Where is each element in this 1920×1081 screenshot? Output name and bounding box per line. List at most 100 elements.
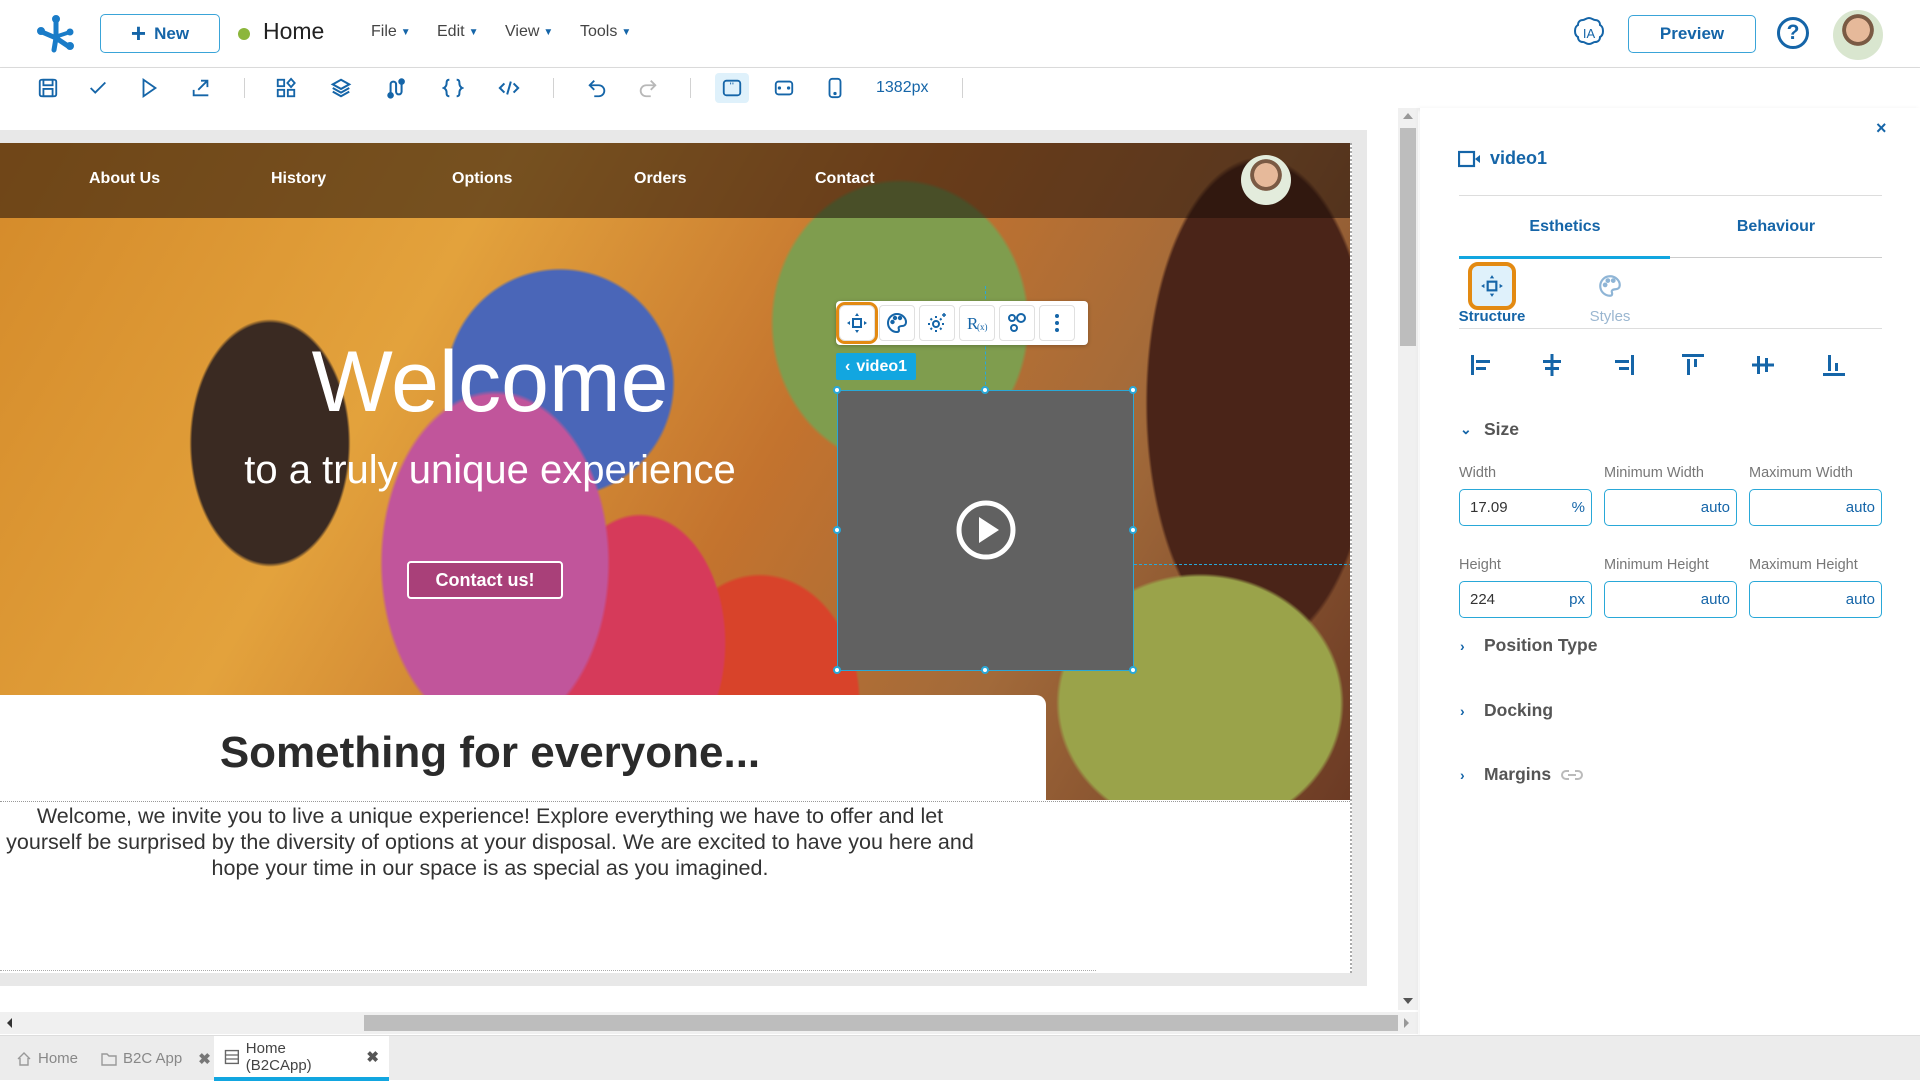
menu-tools[interactable]: Tools ▼ [580,23,631,41]
tab-home[interactable]: Home [12,1036,82,1081]
save-icon[interactable] [34,76,62,100]
resize-handle[interactable] [981,666,989,674]
new-button-label: New [154,23,190,43]
section-docking[interactable]: › Docking [1460,700,1553,721]
chevron-left-icon: ‹ [845,357,851,375]
max-width-value: auto [1845,499,1875,516]
subtab-styles[interactable]: Styles [1570,266,1650,325]
play-icon[interactable] [955,499,1017,561]
layers-icon[interactable] [327,76,355,100]
section-size[interactable]: ⌄ Size [1460,419,1519,440]
horizontal-scrollbar[interactable] [0,1012,1418,1034]
vertical-scroll-thumb[interactable] [1400,128,1416,346]
connections-icon[interactable] [999,305,1035,341]
scroll-down-arrow[interactable] [1403,998,1413,1004]
close-icon[interactable]: × [1876,118,1887,139]
max-width-field[interactable]: auto [1749,489,1882,526]
menu-edit[interactable]: Edit ▼ [437,23,478,41]
nav-link-contact[interactable]: Contact [815,170,875,188]
section-position-type[interactable]: › Position Type [1460,635,1597,656]
link-icon[interactable] [1561,769,1584,781]
resize-handle[interactable] [981,386,989,394]
align-right-icon[interactable] [1609,351,1637,379]
run-icon[interactable] [135,76,163,100]
ai-assistant-icon[interactable]: IA [1572,15,1606,51]
align-left-icon[interactable] [1468,351,1496,379]
section-title[interactable]: Something for everyone... [0,728,980,778]
settings-icon[interactable] [919,305,955,341]
site-avatar[interactable] [1241,155,1291,205]
site-navbar[interactable]: About Us History Options Orders Contact [0,143,1350,218]
scroll-up-arrow[interactable] [1403,113,1413,119]
resize-handle[interactable] [833,526,841,534]
menu-file[interactable]: File ▼ [371,23,411,41]
nav-link-options[interactable]: Options [452,170,512,188]
scroll-right-arrow[interactable] [1404,1018,1409,1028]
selected-element-label[interactable]: ‹ video1 [836,353,917,380]
toolbar-separator [962,78,963,98]
mobile-view-icon[interactable] [821,76,849,100]
design-canvas[interactable]: About Us History Options Orders Contact … [0,108,1398,1010]
align-bottom-icon[interactable] [1820,351,1848,379]
resize-handle[interactable] [1129,526,1137,534]
video-element[interactable] [833,386,1137,674]
tab-behaviour[interactable]: Behaviour [1670,218,1882,236]
width-field[interactable]: 17.09% [1459,489,1592,526]
user-avatar[interactable] [1833,10,1883,60]
height-unit[interactable]: px [1569,591,1585,608]
subtab-structure[interactable]: Structure [1452,262,1532,325]
tab-home-b2capp[interactable]: Home (B2CApp) ✖ [214,1036,389,1081]
help-icon[interactable]: ? [1777,17,1809,49]
width-unit[interactable]: % [1572,499,1585,516]
chevron-down-icon: ▼ [400,26,411,38]
export-icon[interactable] [187,76,215,100]
check-icon[interactable] [84,76,112,100]
undo-icon[interactable] [583,76,611,100]
align-center-vertical-icon[interactable] [1749,351,1777,379]
chevron-down-icon: ▼ [543,26,554,38]
horizontal-scroll-thumb[interactable] [364,1015,1398,1031]
vertical-scrollbar[interactable] [1398,108,1418,1010]
height-field[interactable]: 224 px [1459,581,1592,618]
align-top-icon[interactable] [1679,351,1707,379]
structure-icon[interactable] [836,302,878,344]
preview-button[interactable]: Preview [1628,15,1756,53]
hero-title[interactable]: Welcome [0,333,980,432]
max-height-value: auto [1845,591,1875,608]
new-button[interactable]: + New [100,14,220,53]
resize-handle[interactable] [1129,666,1137,674]
resize-handle[interactable] [833,666,841,674]
min-height-field[interactable]: auto [1604,581,1737,618]
min-width-field[interactable]: auto [1604,489,1737,526]
tablet-view-icon[interactable] [770,76,798,100]
width-label: Width [1459,465,1497,481]
tab-esthetics[interactable]: Esthetics [1459,218,1671,236]
braces-icon[interactable] [439,76,467,100]
app-logo[interactable] [34,12,78,56]
resize-handle[interactable] [1129,386,1137,394]
more-icon[interactable] [1039,305,1075,341]
flow-icon[interactable] [383,76,411,100]
hero-subtitle[interactable]: to a truly unique experience [0,448,980,493]
align-center-horizontal-icon[interactable] [1538,351,1566,379]
menu-view[interactable]: View ▼ [505,23,553,41]
desktop-view-icon[interactable] [715,73,749,103]
palette-icon[interactable] [879,305,915,341]
resize-handle[interactable] [833,386,841,394]
scroll-left-arrow[interactable] [7,1018,12,1028]
redo-icon[interactable] [634,76,662,100]
tab-b2c-app[interactable]: B2C App ✖ [97,1036,215,1081]
components-icon[interactable] [272,76,300,100]
nav-link-history[interactable]: History [271,170,326,188]
contact-us-button[interactable]: Contact us! [407,561,563,599]
formula-icon[interactable]: R (x) [959,305,995,341]
max-height-field[interactable]: auto [1749,581,1882,618]
close-tab-icon[interactable]: ✖ [366,1048,379,1066]
section-margins[interactable]: › Margins [1460,764,1584,785]
close-tab-icon[interactable]: ✖ [198,1050,211,1068]
nav-link-about-us[interactable]: About Us [89,170,160,188]
section-body[interactable]: Welcome, we invite you to live a unique … [0,803,980,881]
tab-label: Home (B2CApp) [245,1039,312,1074]
nav-link-orders[interactable]: Orders [634,170,686,188]
code-icon[interactable] [495,76,523,100]
